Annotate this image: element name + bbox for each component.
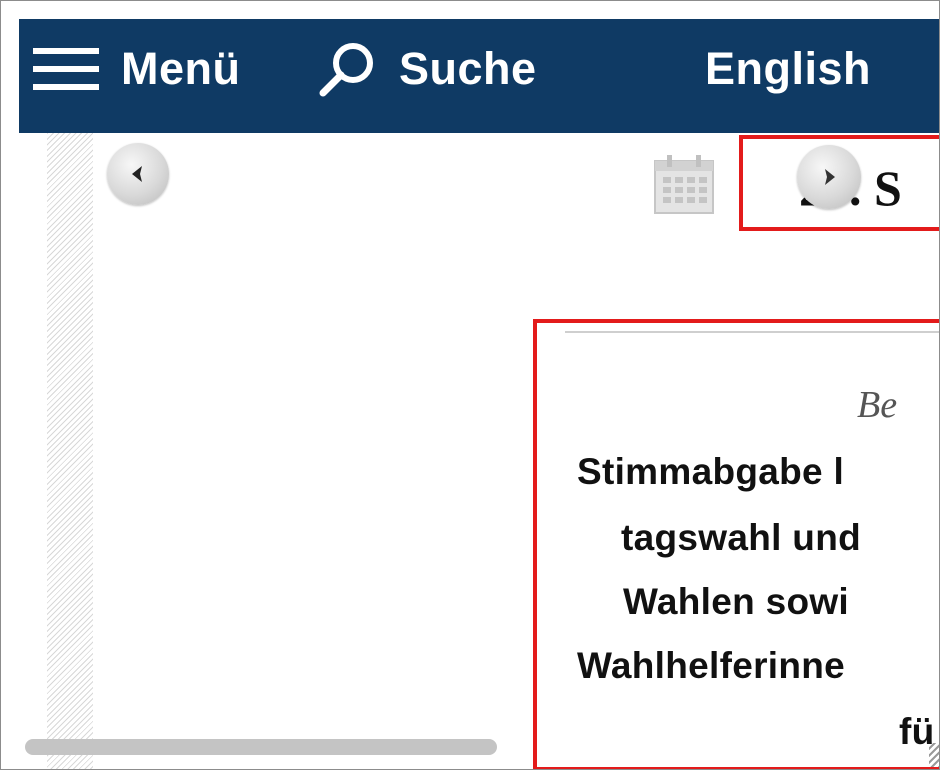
hatched-gutter <box>47 133 93 769</box>
language-switch-link[interactable]: English <box>705 19 871 119</box>
top-navigation-bar: Menü Suche English <box>19 19 939 133</box>
calendar-icon[interactable] <box>651 151 717 217</box>
menu-label: Menü <box>121 43 241 94</box>
headline-line[interactable]: tagswahl und <box>621 517 861 559</box>
search-button[interactable]: Suche <box>315 19 537 119</box>
headline-line[interactable]: Stimmabgabe l <box>577 451 844 493</box>
search-icon <box>319 43 373 97</box>
main-content: 26. S Be Stimmabgabe l tagswahl und Wahl… <box>19 133 939 769</box>
next-date-button[interactable] <box>797 145 861 209</box>
headline-line[interactable]: Wahlen sowi <box>623 581 849 623</box>
search-label: Suche <box>399 43 537 94</box>
menu-button[interactable]: Menü <box>33 19 241 119</box>
resize-grip-icon[interactable] <box>929 743 939 767</box>
headline-line[interactable]: Wahlhelferinne <box>577 645 845 687</box>
divider <box>565 331 939 333</box>
article-kicker: Be <box>857 384 898 426</box>
previous-date-button[interactable] <box>107 143 169 205</box>
language-label: English <box>705 43 872 94</box>
horizontal-scrollbar[interactable] <box>25 739 497 755</box>
chevron-left-icon <box>132 166 142 182</box>
hamburger-icon <box>33 44 99 94</box>
browser-frame: Menü Suche English S Be Stimmabgabe l ta… <box>0 0 940 770</box>
chevron-right-icon <box>825 169 835 185</box>
article-teaser-highlight[interactable]: Be Stimmabgabe l tagswahl und Wahlen sow… <box>533 319 939 769</box>
